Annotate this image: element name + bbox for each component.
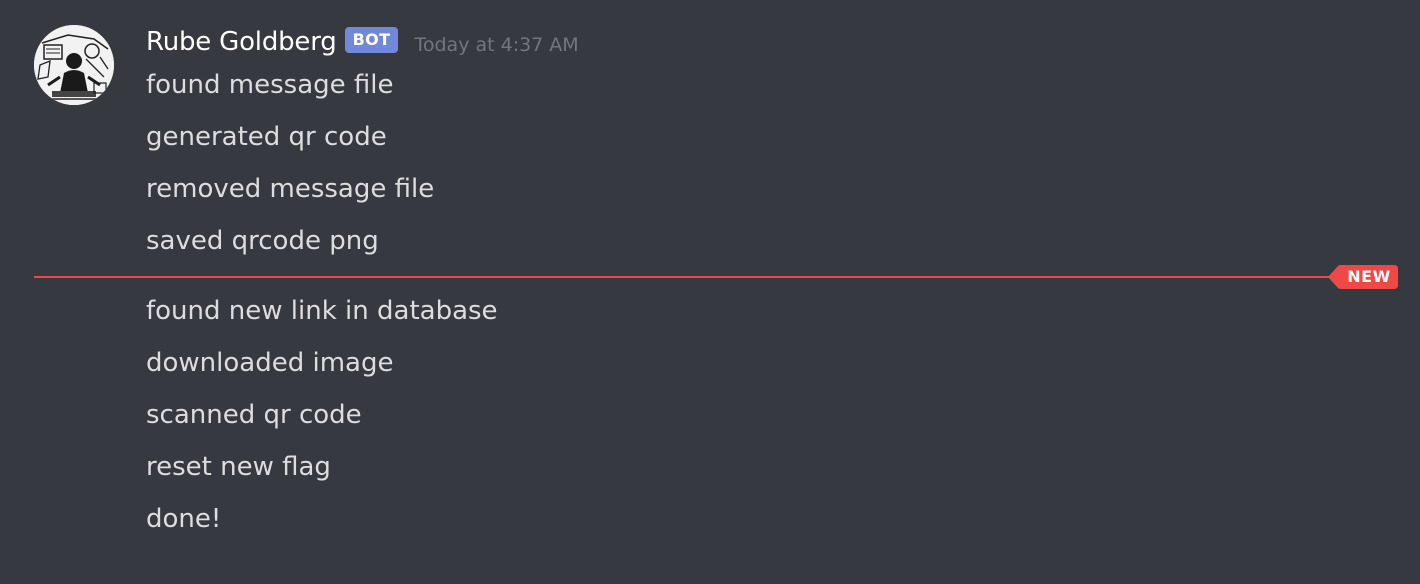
username[interactable]: Rube Goldberg <box>146 27 337 57</box>
new-messages-divider <box>34 276 1334 278</box>
new-messages-badge: NEW <box>1328 265 1398 289</box>
message-line: scanned qr code <box>146 400 362 430</box>
message-line: done! <box>146 504 222 534</box>
message-line: generated qr code <box>146 122 387 152</box>
message-group: Rube Goldberg BOT Today at 4:37 AM found… <box>0 0 1420 584</box>
message-line: found new link in database <box>146 296 498 326</box>
rube-goldberg-cartoon-avatar-icon <box>34 25 114 105</box>
message-line: downloaded image <box>146 348 394 378</box>
message-line: reset new flag <box>146 452 331 482</box>
message-line: removed message file <box>146 174 435 204</box>
message-line: found message file <box>146 70 394 100</box>
message-line: saved qrcode png <box>146 226 379 256</box>
timestamp[interactable]: Today at 4:37 AM <box>414 34 578 56</box>
avatar[interactable] <box>34 25 114 105</box>
bot-tag: BOT <box>344 27 399 53</box>
message-header: Rube Goldberg BOT Today at 4:37 AM <box>146 24 579 60</box>
new-badge-label: NEW <box>1347 267 1391 286</box>
